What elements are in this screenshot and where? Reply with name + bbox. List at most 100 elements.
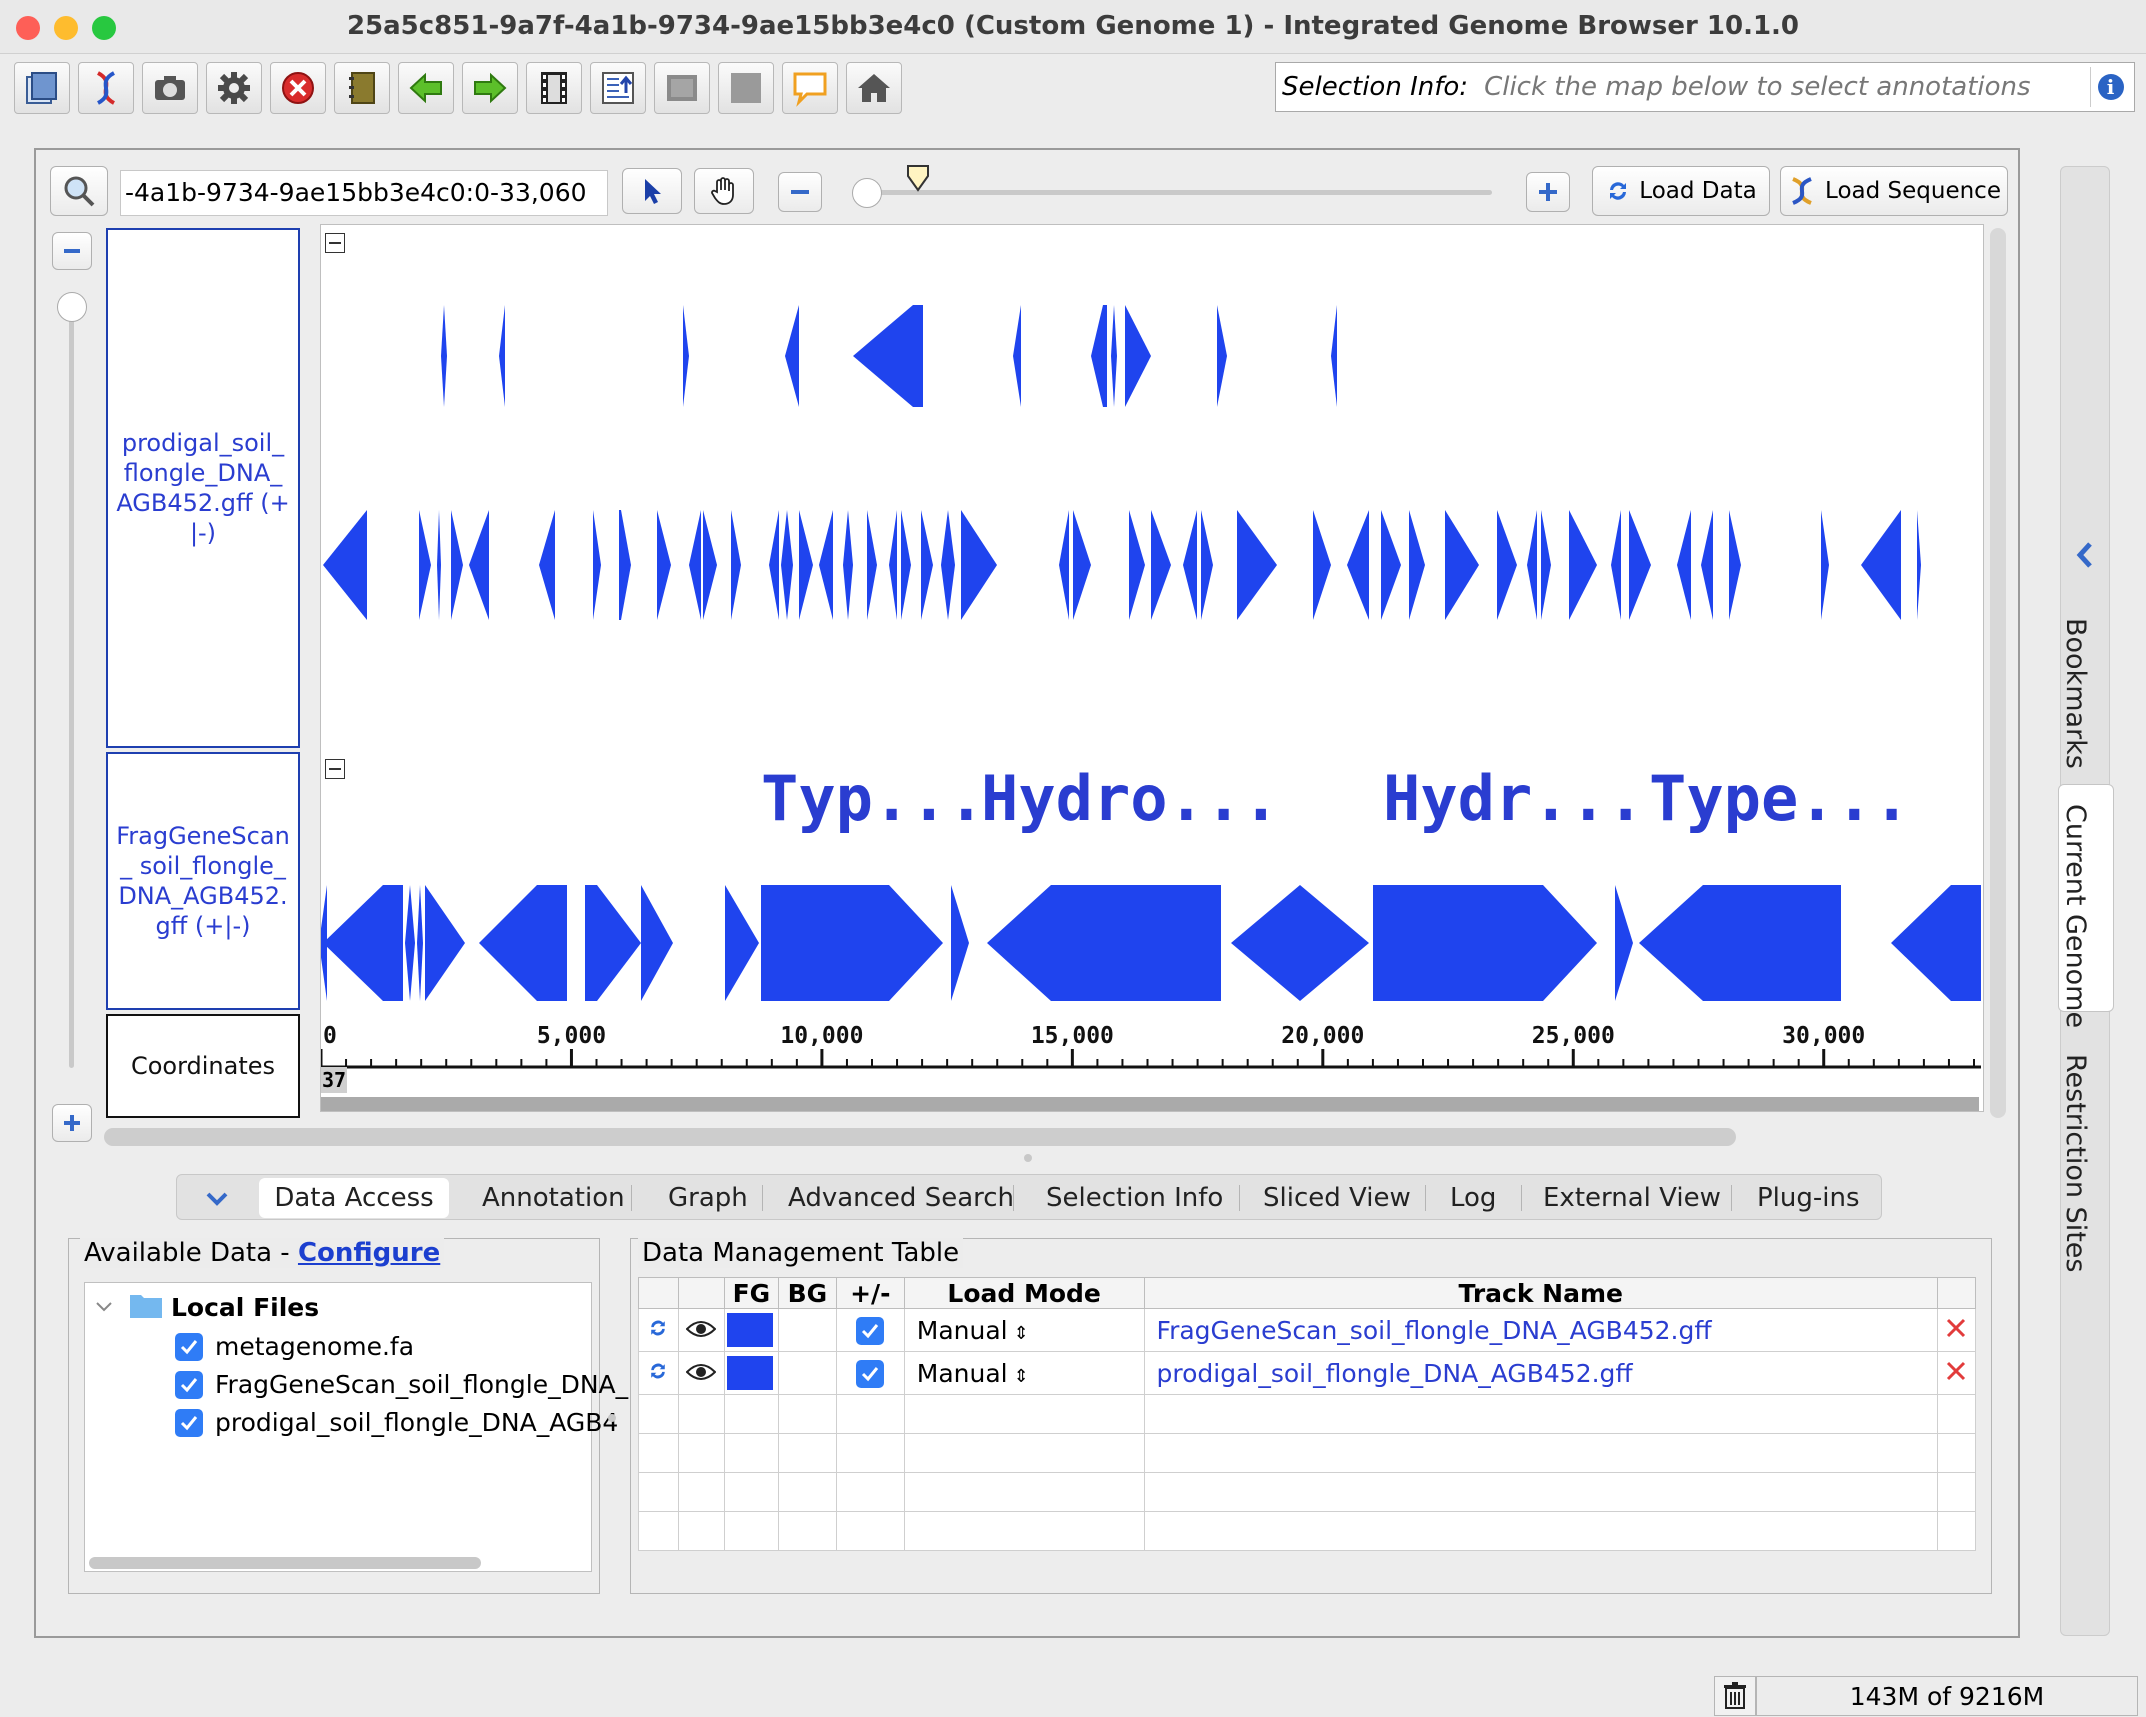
local-files-folder[interactable]: Local Files	[171, 1293, 319, 1322]
gene-annotation[interactable]	[1611, 510, 1621, 620]
gene-annotation[interactable]	[1183, 510, 1197, 620]
gene-annotation[interactable]	[1059, 510, 1069, 620]
gene-annotation[interactable]	[469, 510, 489, 620]
tab-plug-ins[interactable]: Plug-ins	[1757, 1175, 1860, 1221]
snapshot-button[interactable]	[142, 62, 198, 114]
annotation-tracks[interactable]: Typ...Hydro... Hydr... Type... 0 5,000 10,000…	[321, 225, 1984, 1112]
track-label-prodigal[interactable]: prodigal_soil_ flongle_DNA_ AGB452.gff (…	[106, 228, 300, 748]
gene-annotation[interactable]	[1497, 510, 1517, 620]
gene-annotation[interactable]	[1347, 510, 1369, 620]
gene-annotation[interactable]	[761, 885, 943, 1001]
load-mode-select[interactable]: Manual ⇕	[903, 1351, 1145, 1395]
annotation-label[interactable]: Type...	[1649, 762, 1910, 835]
gene-annotation[interactable]	[1091, 305, 1107, 407]
ruler-tick-label[interactable]: 5,000	[537, 1023, 606, 1049]
gene-annotation[interactable]	[1111, 305, 1117, 407]
load-sequence-button[interactable]: Load Sequence	[1780, 166, 2008, 216]
column-header[interactable]	[1936, 1277, 1977, 1309]
horizontal-zoom-slider[interactable]	[866, 190, 1492, 195]
garbage-collect-button[interactable]	[1714, 1676, 1756, 1716]
checkbox[interactable]	[856, 1317, 885, 1345]
gene-annotation[interactable]	[819, 510, 833, 620]
configure-link[interactable]: Configure	[298, 1238, 440, 1268]
track-label-coordinates[interactable]: Coordinates	[106, 1014, 300, 1118]
side-tab-bookmarks[interactable]: Bookmarks	[2060, 618, 2091, 769]
genome-map-view[interactable]: Typ... Hydro... Hydr... Type... 0 5,000 10,000…	[320, 224, 1984, 1112]
strand-checkbox-cell[interactable]	[835, 1308, 905, 1352]
gene-annotation[interactable]	[657, 510, 671, 620]
select-tool-button[interactable]	[622, 168, 682, 214]
gene-annotation[interactable]	[1639, 885, 1841, 1001]
map-horizontal-scrollbar[interactable]	[104, 1128, 1736, 1146]
gene-annotation[interactable]	[843, 510, 853, 620]
tab-data-access[interactable]: Data Access	[259, 1178, 449, 1218]
track-name-cell[interactable]: FragGeneScan_soil_flongle_DNA_AGB452.gff	[1143, 1308, 1938, 1352]
column-header-load-mode[interactable]: Load Mode	[903, 1277, 1145, 1309]
gene-annotation[interactable]	[593, 510, 601, 620]
notebook-button[interactable]	[334, 62, 390, 114]
delete-track-button[interactable]	[1936, 1308, 1977, 1352]
load-mode-select[interactable]: Manual ⇕	[903, 1308, 1145, 1352]
gene-annotation[interactable]	[419, 510, 431, 620]
movie-button[interactable]	[526, 62, 582, 114]
splitter-handle[interactable]	[608, 1414, 616, 1422]
load-data-button[interactable]: Load Data	[1592, 166, 1770, 216]
gene-annotation[interactable]	[889, 510, 897, 620]
gene-annotation[interactable]	[853, 305, 923, 407]
gene-annotation[interactable]	[451, 510, 463, 620]
gene-annotation[interactable]	[1313, 510, 1331, 620]
fg-color-cell[interactable]	[723, 1308, 779, 1352]
side-tab-current-genome[interactable]: Current Genome	[2060, 804, 2091, 1028]
ruler-tick-label[interactable]: 25,000	[1532, 1023, 1615, 1049]
gene-annotation[interactable]	[1151, 510, 1171, 620]
zoom-out-horizontal-button[interactable]	[778, 172, 822, 212]
track-label-fraggenescan[interactable]: FragGeneScan_ soil_flongle_ DNA_AGB452. …	[106, 752, 300, 1010]
column-header[interactable]	[677, 1277, 725, 1309]
visibility-toggle[interactable]	[677, 1308, 725, 1352]
gene-annotation[interactable]	[1615, 885, 1633, 1001]
fg-color-cell[interactable]	[723, 1351, 779, 1395]
gene-annotation[interactable]	[323, 885, 403, 1001]
chevron-down-icon[interactable]	[93, 1297, 115, 1315]
gene-annotation[interactable]	[1217, 305, 1227, 407]
zoom-in-horizontal-button[interactable]	[1526, 172, 1570, 212]
tab-advanced-search[interactable]: Advanced Search	[788, 1175, 1014, 1221]
gene-annotation[interactable]	[867, 510, 877, 620]
gene-annotation[interactable]	[1445, 510, 1479, 620]
horizontal-zoom-thumb[interactable]	[852, 178, 882, 208]
tab-external-view[interactable]: External View	[1543, 1175, 1721, 1221]
location-input[interactable]: -4a1b-9734-9ae15bb3e4c0:0-33,060	[120, 170, 608, 216]
gene-annotation[interactable]	[799, 510, 813, 620]
gene-annotation[interactable]	[1201, 510, 1213, 620]
vertical-zoom-thumb[interactable]	[57, 292, 87, 322]
tree-horizontal-scrollbar[interactable]	[89, 1557, 481, 1569]
ruler-tick-label[interactable]: 15,000	[1031, 1023, 1114, 1049]
tab-log[interactable]: Log	[1450, 1175, 1496, 1221]
gene-annotation[interactable]	[785, 305, 799, 407]
data-source-tree[interactable]: Local Files metagenome.fa FragGeneScan_s…	[84, 1282, 628, 1572]
splitter-handle[interactable]	[1024, 1154, 1032, 1162]
gene-annotation[interactable]	[1569, 510, 1597, 620]
tab-selection-info[interactable]: Selection Info	[1046, 1175, 1223, 1221]
gene-annotation[interactable]	[441, 305, 447, 407]
gene-annotation[interactable]	[499, 305, 505, 407]
panel-button[interactable]	[654, 62, 710, 114]
ruler-tick-label[interactable]: 0	[323, 1023, 337, 1049]
open-file-button[interactable]	[14, 62, 70, 114]
back-button[interactable]	[398, 62, 454, 114]
gene-annotation[interactable]	[585, 885, 641, 1001]
gene-annotation[interactable]	[1231, 885, 1369, 1001]
checkbox[interactable]	[175, 1333, 203, 1361]
bg-color-cell[interactable]	[777, 1351, 837, 1395]
gene-annotation[interactable]	[1237, 510, 1277, 620]
gene-annotation[interactable]	[961, 510, 997, 620]
forward-button[interactable]	[462, 62, 518, 114]
gene-annotation[interactable]	[425, 885, 465, 1001]
gene-annotation[interactable]	[1861, 510, 1901, 620]
gene-annotation[interactable]	[1527, 510, 1537, 620]
tab-sliced-view[interactable]: Sliced View	[1263, 1175, 1411, 1221]
annotation-label[interactable]: Hydro...	[981, 762, 1280, 835]
tab-graph[interactable]: Graph	[668, 1175, 748, 1221]
file-item[interactable]: metagenome.fa	[215, 1332, 414, 1361]
file-item[interactable]: FragGeneScan_soil_flongle_DNA_	[215, 1370, 628, 1399]
